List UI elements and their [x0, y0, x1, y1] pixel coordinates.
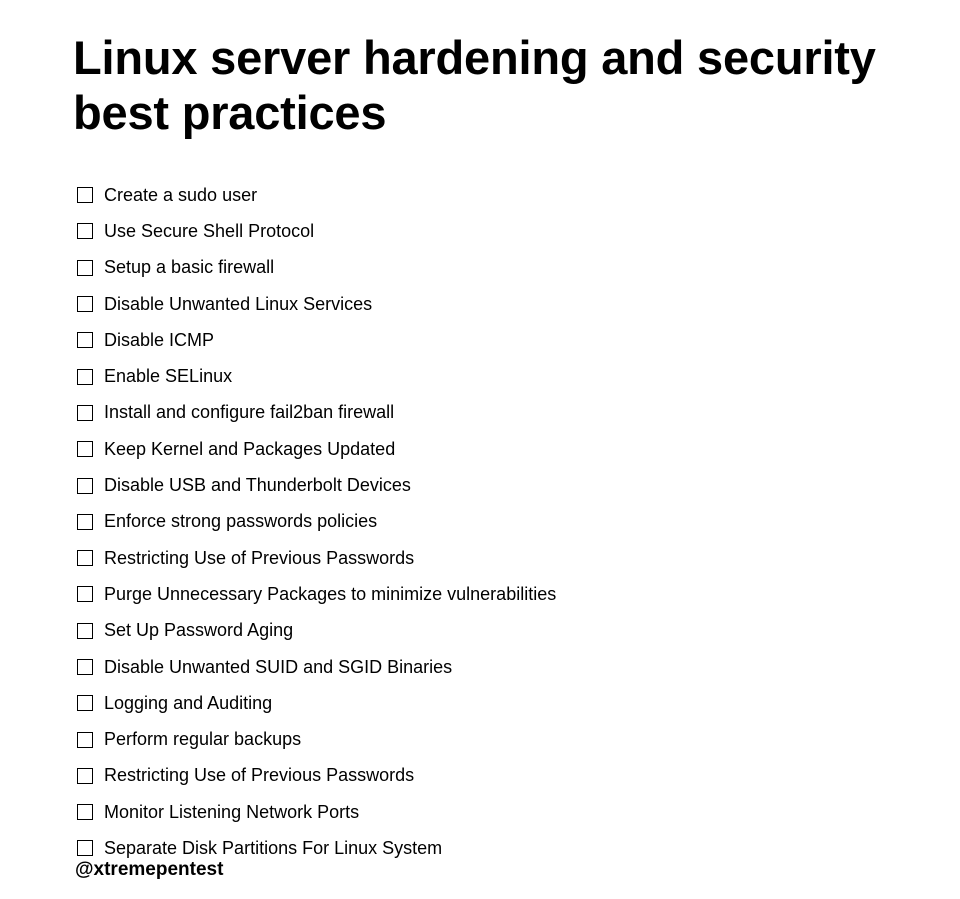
checklist-item-label: Enforce strong passwords policies — [104, 511, 378, 532]
checklist-item[interactable]: Set Up Password Aging — [77, 613, 556, 649]
checklist-item-label: Disable USB and Thunderbolt Devices — [104, 475, 411, 496]
checklist-item-label: Install and configure fail2ban firewall — [104, 402, 395, 423]
checklist-item-label: Restricting Use of Previous Passwords — [104, 765, 415, 786]
checkbox[interactable] — [77, 441, 93, 458]
checkbox[interactable] — [77, 332, 93, 349]
checkbox[interactable] — [77, 659, 93, 675]
checkbox[interactable] — [77, 404, 93, 421]
checklist-item-label: Setup a basic firewall — [104, 257, 275, 278]
checklist-item-label: Monitor Listening Network Ports — [104, 801, 360, 822]
checklist-item[interactable]: Disable ICMP — [77, 322, 556, 358]
checkbox[interactable] — [77, 586, 93, 603]
checkbox[interactable] — [77, 731, 93, 748]
document-page: Linux server hardening and security best… — [73, 30, 933, 880]
checkbox[interactable] — [77, 550, 93, 567]
checklist-item-label: Perform regular backups — [104, 729, 302, 750]
checklist-item-label: Disable Unwanted Linux Services — [104, 293, 373, 314]
checkbox[interactable] — [77, 368, 93, 385]
checkbox[interactable] — [77, 804, 93, 821]
checkbox[interactable] — [77, 296, 93, 313]
checklist-item-label: Logging and Auditing — [104, 692, 273, 713]
checklist-item-label: Disable Unwanted SUID and SGID Binaries — [104, 656, 453, 677]
checklist-item[interactable]: Enable SELinux — [77, 358, 556, 394]
checkbox[interactable] — [77, 223, 93, 240]
checklist-item[interactable]: Disable USB and Thunderbolt Devices — [77, 467, 556, 503]
checklist-item-label: Create a sudo user — [104, 184, 258, 205]
checklist-item-label: Enable SELinux — [104, 366, 233, 387]
checklist-item[interactable]: Disable Unwanted Linux Services — [77, 286, 556, 322]
checklist-item[interactable]: Monitor Listening Network Ports — [77, 794, 556, 830]
checklist-item[interactable]: Purge Unnecessary Packages to minimize v… — [77, 576, 556, 612]
checklist-item[interactable]: Use Secure Shell Protocol — [77, 213, 556, 249]
checklist-item-label: Separate Disk Partitions For Linux Syste… — [104, 837, 443, 858]
checklist-item[interactable]: Enforce strong passwords policies — [77, 504, 556, 540]
checklist-item-label: Restricting Use of Previous Passwords — [104, 547, 415, 568]
page-title: Linux server hardening and security best… — [73, 31, 876, 139]
checklist-item-label: Keep Kernel and Packages Updated — [104, 438, 396, 459]
checklist-item[interactable]: Setup a basic firewall — [77, 250, 556, 286]
checkbox[interactable] — [77, 840, 93, 857]
checkbox[interactable] — [77, 187, 93, 204]
checklist-item[interactable]: Restricting Use of Previous Passwords — [77, 540, 556, 576]
checklist-item[interactable]: Keep Kernel and Packages Updated — [77, 431, 556, 467]
checklist-item-label: Use Secure Shell Protocol — [104, 220, 315, 241]
checkbox[interactable] — [77, 767, 93, 784]
checkbox[interactable] — [77, 477, 93, 494]
checklist-item[interactable]: Logging and Auditing — [77, 685, 556, 721]
checklist: Create a sudo user Use Secure Shell Prot… — [77, 177, 556, 867]
checklist-item[interactable]: Perform regular backups — [77, 721, 556, 757]
checkbox[interactable] — [77, 259, 93, 276]
checklist-item-label: Purge Unnecessary Packages to minimize v… — [104, 583, 557, 604]
author-handle: @xtremepentest — [75, 859, 224, 880]
checklist-item[interactable]: Disable Unwanted SUID and SGID Binaries — [77, 649, 556, 685]
checkbox[interactable] — [77, 622, 93, 639]
checklist-item[interactable]: Create a sudo user — [77, 177, 556, 213]
checkbox[interactable] — [77, 513, 93, 530]
checklist-item[interactable]: Restricting Use of Previous Passwords — [77, 758, 556, 794]
checklist-item[interactable]: Install and configure fail2ban firewall — [77, 395, 556, 431]
checkbox[interactable] — [77, 695, 93, 712]
checklist-item-label: Set Up Password Aging — [104, 620, 294, 641]
checklist-item-label: Disable ICMP — [104, 329, 215, 350]
